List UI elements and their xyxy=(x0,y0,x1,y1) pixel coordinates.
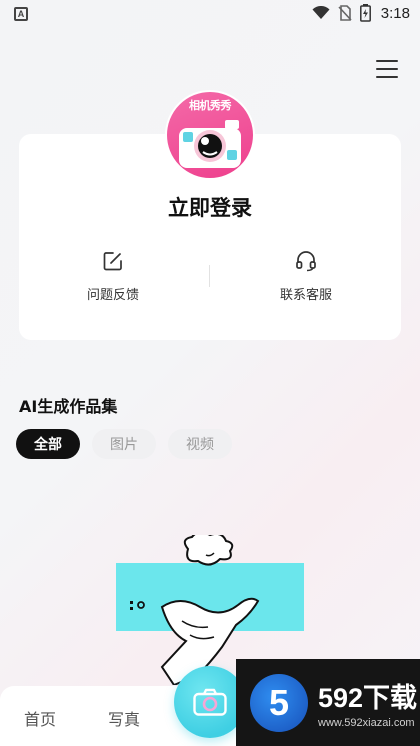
nav-home[interactable]: 首页 xyxy=(24,706,56,730)
wifi-icon xyxy=(312,6,330,19)
customer-service-button[interactable]: 联系客服 xyxy=(251,248,361,303)
customer-service-label: 联系客服 xyxy=(279,288,332,303)
no-sim-icon xyxy=(338,5,352,21)
app-notification-icon: A xyxy=(14,7,28,21)
battery-icon xyxy=(359,4,371,22)
status-time: 3:18 xyxy=(380,4,410,22)
gallery-filter-tabs: 全部 图片 视频 xyxy=(16,429,232,459)
login-button[interactable]: 立即登录 xyxy=(0,192,420,222)
feedback-label: 问题反馈 xyxy=(86,288,139,303)
status-bar: A 3:18 xyxy=(0,0,420,30)
camera-mascot-icon xyxy=(179,120,241,168)
nav-portrait[interactable]: 写真 xyxy=(108,706,140,730)
tab-images[interactable]: 图片 xyxy=(92,429,156,459)
watermark-url: www.592xiazai.com xyxy=(318,717,415,729)
status-indicators: 3:18 xyxy=(312,4,410,22)
watermark-banner: 5 592下载 www.592xiazai.com xyxy=(236,659,420,746)
tab-all[interactable]: 全部 xyxy=(16,429,80,459)
avatar[interactable]: 相机秀秀 xyxy=(165,90,255,180)
watermark-logo: 5 xyxy=(250,673,308,732)
edit-icon xyxy=(103,252,122,271)
headset-icon xyxy=(296,251,316,272)
tab-videos[interactable]: 视频 xyxy=(168,429,232,459)
feedback-button[interactable]: 问题反馈 xyxy=(58,248,168,303)
gallery-title: AI生成作品集 xyxy=(19,397,118,416)
menu-icon[interactable] xyxy=(376,60,398,78)
camera-icon xyxy=(193,688,227,716)
watermark-brand: 592下载 xyxy=(318,683,418,713)
action-divider xyxy=(209,265,210,287)
